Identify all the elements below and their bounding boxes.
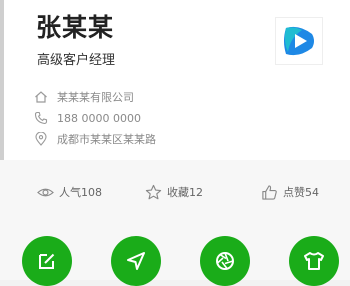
phone-number[interactable]: 188 0000 0000: [57, 112, 141, 125]
address-text[interactable]: 成都市某某区某某路: [57, 131, 156, 147]
navigate-button[interactable]: [111, 236, 161, 286]
home-icon: [35, 91, 47, 103]
send-location-icon: [127, 252, 145, 270]
company-row: 某某某有限公司: [34, 88, 134, 106]
company-name: 某某某有限公司: [57, 91, 134, 104]
edit-button[interactable]: [22, 236, 72, 286]
favorites-button[interactable]: 收藏12: [145, 183, 203, 201]
views-stat: 人气108: [37, 183, 102, 201]
aperture-icon: [216, 252, 234, 270]
location-pin-icon: [35, 132, 47, 146]
company-logo: [276, 18, 322, 64]
business-card: 张某某 高级客户经理 某某某有限公司 188 0000 0000 成都市某某区某…: [0, 0, 350, 160]
company-logo-icon: [284, 26, 314, 56]
contact-job-title: 高级客户经理: [37, 53, 116, 68]
views-count: 人气108: [59, 186, 102, 199]
star-icon: [145, 184, 162, 199]
likes-button[interactable]: 点赞54: [261, 183, 319, 201]
favorites-count: 收藏12: [167, 186, 203, 199]
eye-icon: [37, 188, 54, 196]
thumbs-up-icon: [262, 184, 277, 200]
edit-icon: [39, 253, 55, 269]
shirt-icon: [304, 252, 324, 270]
address-row[interactable]: 成都市某某区某某路: [34, 130, 156, 148]
stats-bar: 人气108 收藏12 点赞54: [0, 160, 350, 222]
likes-count: 点赞54: [283, 186, 319, 199]
moments-button[interactable]: [200, 236, 250, 286]
phone-icon: [34, 111, 48, 125]
phone-row[interactable]: 188 0000 0000: [34, 109, 141, 127]
action-bar: [0, 222, 350, 286]
contact-name: 张某某: [36, 13, 115, 42]
card-accent-bar: [0, 0, 4, 160]
products-button[interactable]: [289, 236, 339, 286]
